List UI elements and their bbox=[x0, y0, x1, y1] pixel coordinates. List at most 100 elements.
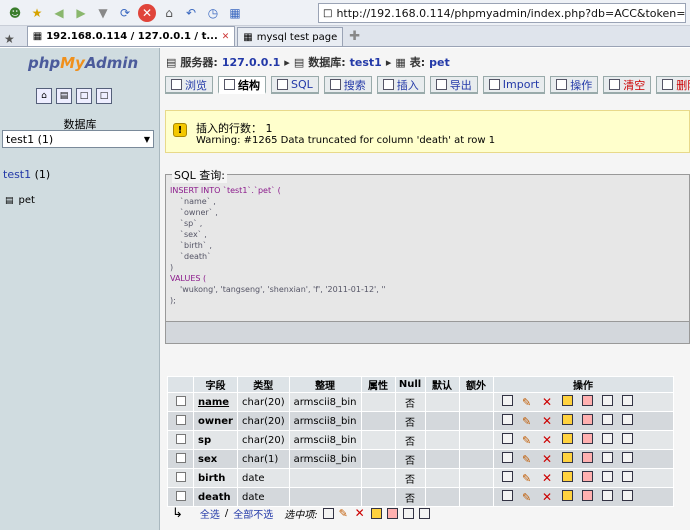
browser-tab-phpmyadmin[interactable]: ▦ 192.168.0.114 / 127.0.0.1 / t... ✕ bbox=[26, 26, 236, 46]
browse-selected-icon[interactable] bbox=[322, 508, 334, 519]
database-link[interactable]: test1 (1) bbox=[3, 168, 50, 181]
fulltext-icon[interactable] bbox=[622, 433, 634, 444]
delete-icon[interactable]: ✕ bbox=[542, 453, 553, 465]
browse-icon[interactable] bbox=[502, 471, 514, 482]
delete-icon[interactable]: ✕ bbox=[542, 491, 553, 503]
delete-icon[interactable]: ✕ bbox=[542, 415, 553, 427]
tab-drop[interactable]: 删除 bbox=[656, 76, 690, 94]
edit-icon[interactable]: ✎ bbox=[522, 435, 533, 446]
tab-import[interactable]: Import bbox=[482, 76, 546, 94]
delete-icon[interactable]: ✕ bbox=[542, 396, 553, 408]
docs-icon[interactable]: □ bbox=[96, 88, 112, 104]
tab-sql[interactable]: SQL bbox=[271, 76, 319, 94]
row-checkbox[interactable] bbox=[175, 471, 186, 482]
table-icon[interactable]: ▤ bbox=[5, 196, 14, 206]
history-icon[interactable]: ◷ bbox=[204, 4, 222, 22]
row-checkbox[interactable] bbox=[175, 414, 186, 425]
stop-icon[interactable]: ✕ bbox=[138, 3, 156, 22]
new-page-icon[interactable]: ★ bbox=[28, 4, 46, 22]
delete-selected-icon[interactable]: ✕ bbox=[355, 507, 366, 519]
url-text[interactable]: http://192.168.0.114/phpmyadmin/index.ph… bbox=[336, 7, 685, 20]
index-icon[interactable] bbox=[602, 452, 614, 463]
browse-icon[interactable] bbox=[502, 433, 514, 444]
primary-key-icon[interactable] bbox=[562, 471, 574, 482]
delete-icon[interactable]: ✕ bbox=[542, 434, 553, 446]
row-checkbox[interactable] bbox=[175, 395, 186, 406]
index-icon[interactable] bbox=[602, 395, 614, 406]
unique-icon[interactable] bbox=[582, 433, 594, 444]
unique-icon[interactable] bbox=[582, 471, 594, 482]
primary-key-icon[interactable] bbox=[562, 433, 574, 444]
edit-icon[interactable]: ✎ bbox=[522, 492, 533, 503]
fulltext-icon[interactable] bbox=[622, 471, 634, 482]
tab-operations[interactable]: 操作 bbox=[550, 76, 599, 94]
unique-icon[interactable] bbox=[582, 452, 594, 463]
index-selected-icon[interactable] bbox=[402, 508, 414, 519]
screen-icon[interactable]: ▦ bbox=[226, 4, 244, 22]
delete-icon[interactable]: ✕ bbox=[542, 472, 553, 484]
browser-tab-mysql-test[interactable]: ▦ mysql test page bbox=[237, 27, 344, 46]
database-select[interactable]: test1 (1) ▼ bbox=[2, 130, 154, 148]
primary-key-icon[interactable] bbox=[562, 452, 574, 463]
unique-selected-icon[interactable] bbox=[386, 508, 398, 519]
fulltext-icon[interactable] bbox=[622, 414, 634, 425]
index-icon[interactable] bbox=[602, 433, 614, 444]
tab-export[interactable]: 导出 bbox=[429, 76, 478, 94]
undo-icon[interactable]: ↶ bbox=[182, 4, 200, 22]
address-bar[interactable]: □ http://192.168.0.114/phpmyadmin/index.… bbox=[318, 3, 686, 23]
back-icon[interactable]: ◀ bbox=[50, 4, 68, 22]
table-link[interactable]: pet bbox=[429, 56, 450, 69]
tab-structure[interactable]: 结构 bbox=[218, 76, 266, 94]
check-all-link[interactable]: 全选 bbox=[200, 506, 220, 521]
server-link[interactable]: 127.0.0.1 bbox=[222, 56, 280, 69]
database-link-name[interactable]: test1 bbox=[3, 168, 31, 181]
edit-icon[interactable]: ✎ bbox=[522, 416, 533, 427]
primary-key-icon[interactable] bbox=[562, 414, 574, 425]
home-icon[interactable]: ⌂ bbox=[160, 4, 178, 22]
edit-icon[interactable]: ✎ bbox=[522, 473, 533, 484]
dropdown-icon[interactable]: ▼ bbox=[94, 4, 112, 22]
table-item-pet[interactable]: ▤ pet bbox=[5, 195, 35, 206]
col-field[interactable]: 字段 bbox=[193, 376, 238, 393]
unique-icon[interactable] bbox=[582, 414, 594, 425]
query-window-icon[interactable]: □ bbox=[76, 88, 92, 104]
edit-selected-icon[interactable]: ✎ bbox=[339, 508, 350, 519]
bookmark-star-icon[interactable]: ★ bbox=[4, 32, 15, 46]
tab-insert[interactable]: 插入 bbox=[376, 76, 425, 94]
fulltext-selected-icon[interactable] bbox=[418, 508, 430, 519]
fulltext-icon[interactable] bbox=[622, 452, 634, 463]
new-tab-icon[interactable]: ✚ bbox=[349, 29, 360, 44]
db-link[interactable]: test1 bbox=[350, 56, 382, 69]
index-icon[interactable] bbox=[602, 490, 614, 501]
edit-icon[interactable]: ✎ bbox=[522, 454, 533, 465]
tab-close-icon[interactable]: ✕ bbox=[222, 32, 230, 42]
browse-icon[interactable] bbox=[502, 490, 514, 501]
tab-browse[interactable]: 浏览 bbox=[165, 76, 213, 94]
fulltext-icon[interactable] bbox=[622, 490, 634, 501]
table-item-label[interactable]: pet bbox=[19, 195, 35, 206]
browse-icon[interactable] bbox=[502, 452, 514, 463]
home-icon[interactable]: ⌂ bbox=[36, 88, 52, 104]
browse-icon[interactable] bbox=[502, 414, 514, 425]
phpmyadmin-logo[interactable]: phpMyAdmin bbox=[28, 54, 138, 72]
primary-selected-icon[interactable] bbox=[370, 508, 382, 519]
primary-key-icon[interactable] bbox=[562, 490, 574, 501]
tab-empty[interactable]: 清空 bbox=[603, 76, 652, 94]
logout-icon[interactable]: ▤ bbox=[56, 88, 72, 104]
row-checkbox[interactable] bbox=[175, 452, 186, 463]
browse-icon[interactable] bbox=[502, 395, 514, 406]
primary-key-icon[interactable] bbox=[562, 395, 574, 406]
index-icon[interactable] bbox=[602, 471, 614, 482]
row-checkbox[interactable] bbox=[175, 433, 186, 444]
user-icon[interactable]: ☻ bbox=[6, 4, 24, 22]
row-checkbox[interactable] bbox=[175, 490, 186, 501]
fulltext-icon[interactable] bbox=[622, 395, 634, 406]
tab-search[interactable]: 搜索 bbox=[323, 76, 372, 94]
uncheck-all-link[interactable]: 全部不选 bbox=[233, 506, 273, 521]
forward-icon[interactable]: ▶ bbox=[72, 4, 90, 22]
refresh-icon[interactable]: ⟳ bbox=[116, 4, 134, 22]
unique-icon[interactable] bbox=[582, 490, 594, 501]
unique-icon[interactable] bbox=[582, 395, 594, 406]
edit-icon[interactable]: ✎ bbox=[522, 397, 533, 408]
index-icon[interactable] bbox=[602, 414, 614, 425]
